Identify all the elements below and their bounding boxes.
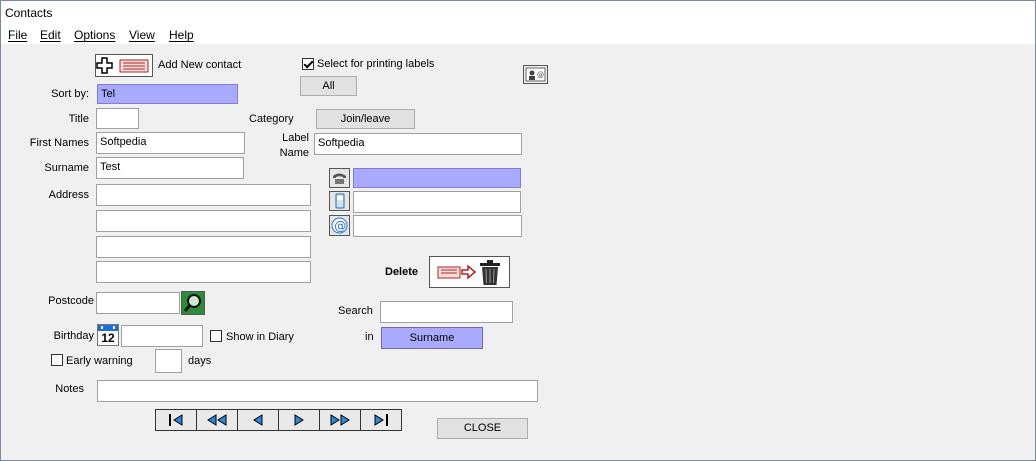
telephone-icon (333, 173, 346, 184)
category-label: Category (249, 113, 294, 125)
last-record-button[interactable] (361, 410, 401, 430)
show-in-diary-label: Show in Diary (226, 331, 294, 343)
menu-view[interactable]: View (129, 28, 155, 42)
next-record-button[interactable] (279, 410, 320, 430)
record-navigator (155, 409, 402, 431)
calendar-day-number: 12 (101, 331, 115, 345)
address-line-2[interactable] (96, 210, 311, 232)
close-button[interactable]: CLOSE (437, 418, 528, 439)
address-line-3[interactable] (96, 236, 311, 258)
menu-file[interactable]: File (8, 28, 27, 42)
phone-button[interactable] (329, 168, 350, 188)
fast-back-icon (207, 414, 227, 426)
title-bar: Contacts (1, 1, 1035, 23)
email-at-icon: @ (331, 217, 348, 234)
search-input[interactable] (380, 301, 513, 323)
label-name-label-line1: Label (282, 132, 309, 144)
label-name-label-line2: Name (279, 147, 309, 159)
back-ten-button[interactable] (197, 410, 238, 430)
first-names-label: First Names (29, 137, 89, 149)
print-labels-label: Select for printing labels (317, 58, 435, 70)
search-field-selector[interactable]: Surname (381, 327, 483, 349)
svg-text:@: @ (537, 71, 544, 79)
postcode-label: Postcode (48, 295, 94, 307)
previous-record-button[interactable] (238, 410, 279, 430)
mobile-button[interactable] (329, 191, 350, 211)
show-in-diary-checkbox[interactable] (210, 330, 222, 342)
days-input[interactable] (155, 349, 182, 373)
title-input[interactable] (96, 108, 139, 129)
forward-ten-button[interactable] (320, 410, 361, 430)
postcode-search-button[interactable] (181, 291, 205, 315)
first-record-button[interactable] (156, 410, 197, 430)
title-label: Title (68, 113, 89, 125)
days-label: days (188, 355, 212, 367)
select-all-button[interactable]: All (300, 76, 357, 96)
phone-input[interactable] (353, 168, 521, 188)
menu-options[interactable]: Options (74, 28, 115, 42)
last-record-icon (374, 414, 388, 426)
menu-help[interactable]: Help (169, 28, 194, 42)
first-names-input[interactable]: Softpedia (96, 132, 245, 154)
email-input[interactable] (353, 215, 522, 237)
delete-button[interactable] (429, 256, 510, 288)
birthday-calendar-button[interactable]: 12 (97, 324, 119, 346)
svg-text:@: @ (334, 219, 346, 233)
next-arrow-icon (294, 414, 304, 426)
print-labels-checkbox[interactable] (302, 58, 314, 70)
surname-label: Surname (44, 162, 89, 174)
early-warning-checkbox[interactable] (51, 354, 63, 366)
join-leave-button[interactable]: Join/leave (316, 109, 415, 129)
add-contact-button[interactable] (95, 54, 153, 77)
email-button[interactable]: @ (329, 215, 350, 236)
early-warning-label: Early warning (66, 355, 133, 367)
window-title: Contacts (5, 6, 53, 20)
previous-arrow-icon (253, 414, 263, 426)
address-line-4[interactable] (96, 261, 311, 283)
sort-by-field[interactable]: Tel (97, 84, 238, 104)
notes-input[interactable] (97, 380, 538, 402)
label-name-input[interactable]: Softpedia (314, 133, 522, 155)
postcode-input[interactable] (96, 292, 180, 314)
mobile-phone-icon (335, 193, 345, 209)
notes-label: Notes (55, 383, 84, 395)
form-area: Add New contact Select for printing labe… (1, 44, 1035, 460)
address-label: Address (48, 189, 89, 201)
mobile-input[interactable] (353, 191, 521, 213)
card-view-button[interactable]: @ (523, 65, 548, 84)
birthday-label: Birthday (53, 330, 94, 342)
delete-label: Delete (385, 266, 419, 278)
search-label: Search (338, 305, 373, 317)
surname-input[interactable]: Test (96, 157, 244, 179)
add-contact-label: Add New contact (158, 59, 242, 71)
contact-card-icon: @ (525, 67, 546, 82)
menu-bar: File Edit Options View Help (1, 24, 1035, 44)
menu-edit[interactable]: Edit (40, 28, 61, 42)
fast-forward-icon (330, 414, 350, 426)
first-record-icon (169, 414, 183, 426)
magnifier-icon (183, 294, 201, 312)
address-line-1[interactable] (96, 184, 311, 206)
add-contact-icon (96, 57, 149, 74)
sort-by-label: Sort by: (51, 88, 89, 100)
delete-to-trash-icon (437, 260, 500, 285)
birthday-input[interactable] (121, 325, 203, 347)
search-in-label: in (365, 331, 374, 343)
